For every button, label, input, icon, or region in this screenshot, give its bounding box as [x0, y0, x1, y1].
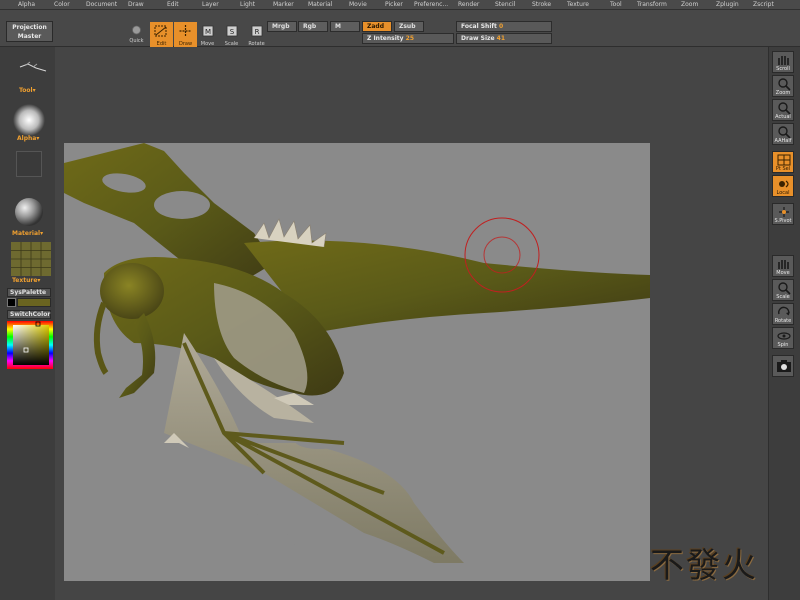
- actual-button[interactable]: Actual: [772, 99, 794, 121]
- move-icon: M: [202, 25, 214, 37]
- material-label[interactable]: Material▾: [12, 230, 43, 237]
- menu-layer[interactable]: Layer: [202, 0, 219, 10]
- quick-icon: [132, 25, 141, 35]
- focal-shift-slider[interactable]: Focal Shift 0: [456, 21, 552, 32]
- aahalf-button[interactable]: AAHalf: [772, 123, 794, 145]
- menu-transform[interactable]: Transform: [637, 0, 667, 10]
- left-shelf: Tool▾ Alpha▾ Material▾ Texture▾ SysPalet…: [0, 47, 55, 600]
- tool-thumbnail[interactable]: [18, 59, 48, 75]
- menu-bar: Alpha Color Document Draw Edit Layer Lig…: [0, 0, 800, 10]
- syspalette-button[interactable]: SysPalette: [7, 288, 51, 297]
- menu-zscript[interactable]: Zscript: [753, 0, 774, 10]
- quick-button[interactable]: Quick: [125, 19, 148, 46]
- menu-preferences[interactable]: Preferenc...: [414, 0, 448, 10]
- menu-draw[interactable]: Draw: [128, 0, 144, 10]
- hand-icon: [778, 56, 789, 65]
- draw-icon: [179, 25, 192, 37]
- menu-light[interactable]: Light: [240, 0, 255, 10]
- menu-zplugin[interactable]: Zplugin: [716, 0, 739, 10]
- menu-stroke[interactable]: Stroke: [532, 0, 551, 10]
- alpha-thumbnail[interactable]: [12, 103, 46, 137]
- pivot-icon: [779, 207, 789, 217]
- scale-button[interactable]: S Scale: [220, 22, 243, 49]
- svg-text:R: R: [255, 28, 260, 36]
- alpha-label[interactable]: Alpha▾: [17, 135, 39, 142]
- hand-icon: [778, 260, 789, 269]
- canvas[interactable]: [64, 143, 650, 581]
- zsub-switch[interactable]: Zsub: [394, 21, 424, 32]
- zadd-switch[interactable]: Zadd: [362, 21, 392, 32]
- magnifier-icon: [778, 126, 791, 139]
- texture-label[interactable]: Texture▾: [12, 277, 40, 284]
- switchcolor-button[interactable]: SwitchColor: [7, 310, 51, 319]
- svg-text:S: S: [230, 28, 235, 36]
- menu-marker[interactable]: Marker: [273, 0, 294, 10]
- right-shelf: Scroll Zoom Actual AAHalf Pt Sel Local S…: [768, 47, 800, 600]
- camera-icon: [777, 360, 791, 372]
- local-button[interactable]: Local: [772, 175, 794, 197]
- tool-label[interactable]: Tool▾: [19, 87, 36, 94]
- menu-texture[interactable]: Texture: [567, 0, 589, 10]
- watermark-signature: 不發火: [650, 546, 758, 586]
- grid-icon: [777, 154, 791, 166]
- rgb-switch[interactable]: Rgb: [298, 21, 328, 32]
- stencil-placeholder[interactable]: [16, 151, 42, 177]
- draw-button[interactable]: Draw: [174, 22, 197, 49]
- scale-icon: S: [226, 25, 238, 37]
- magnifier-icon: [778, 78, 791, 91]
- menu-zoom[interactable]: Zoom: [681, 0, 698, 10]
- top-toolbar: Projection Master Quick Edit Draw M Move…: [0, 10, 800, 49]
- z-intensity-slider[interactable]: Z Intensity 25: [362, 33, 454, 44]
- draw-size-slider[interactable]: Draw Size 41: [456, 33, 552, 44]
- menu-edit[interactable]: Edit: [167, 0, 179, 10]
- spin-icon: [777, 332, 791, 340]
- menu-movie[interactable]: Movie: [349, 0, 367, 10]
- menu-picker[interactable]: Picker: [385, 0, 403, 10]
- magnifier-icon: [778, 282, 791, 295]
- rotate-button[interactable]: R Rotate: [245, 22, 268, 49]
- texture-thumbnail[interactable]: [11, 242, 51, 276]
- secondary-color-swatch[interactable]: [17, 298, 51, 307]
- edit-icon: [154, 25, 167, 37]
- spin-button[interactable]: Spin: [772, 327, 794, 349]
- scroll-button[interactable]: Scroll: [772, 51, 794, 73]
- svg-text:M: M: [205, 28, 211, 36]
- m-switch[interactable]: M: [330, 21, 360, 32]
- persp-button[interactable]: Pt Sel: [772, 151, 794, 173]
- spivot-button[interactable]: S.Pivot: [772, 203, 794, 225]
- rotate-icon: [778, 306, 790, 316]
- menu-alpha[interactable]: Alpha: [18, 0, 35, 10]
- menu-color[interactable]: Color: [54, 0, 70, 10]
- local-icon: [779, 180, 789, 188]
- material-thumbnail[interactable]: [14, 197, 44, 227]
- menu-tool[interactable]: Tool: [610, 0, 622, 10]
- snapshot-button[interactable]: [772, 355, 794, 377]
- mrgb-switch[interactable]: Mrgb: [267, 21, 297, 32]
- projection-master-button[interactable]: Projection Master: [6, 21, 53, 42]
- menu-render[interactable]: Render: [458, 0, 479, 10]
- main-color-swatch[interactable]: [7, 298, 16, 307]
- menu-document[interactable]: Document: [86, 0, 117, 10]
- menu-stencil[interactable]: Stencil: [495, 0, 515, 10]
- move-button[interactable]: M Move: [196, 22, 219, 49]
- scale-view-button[interactable]: Scale: [772, 279, 794, 301]
- move-view-button[interactable]: Move: [772, 255, 794, 277]
- rotate-view-button[interactable]: Rotate: [772, 303, 794, 325]
- zoom-button[interactable]: Zoom: [772, 75, 794, 97]
- dragon-model: [64, 143, 650, 563]
- magnifier-icon: [778, 102, 791, 115]
- edit-button[interactable]: Edit: [150, 22, 173, 49]
- rotate-icon: R: [251, 25, 263, 37]
- color-picker[interactable]: [7, 321, 53, 369]
- menu-material[interactable]: Material: [308, 0, 332, 10]
